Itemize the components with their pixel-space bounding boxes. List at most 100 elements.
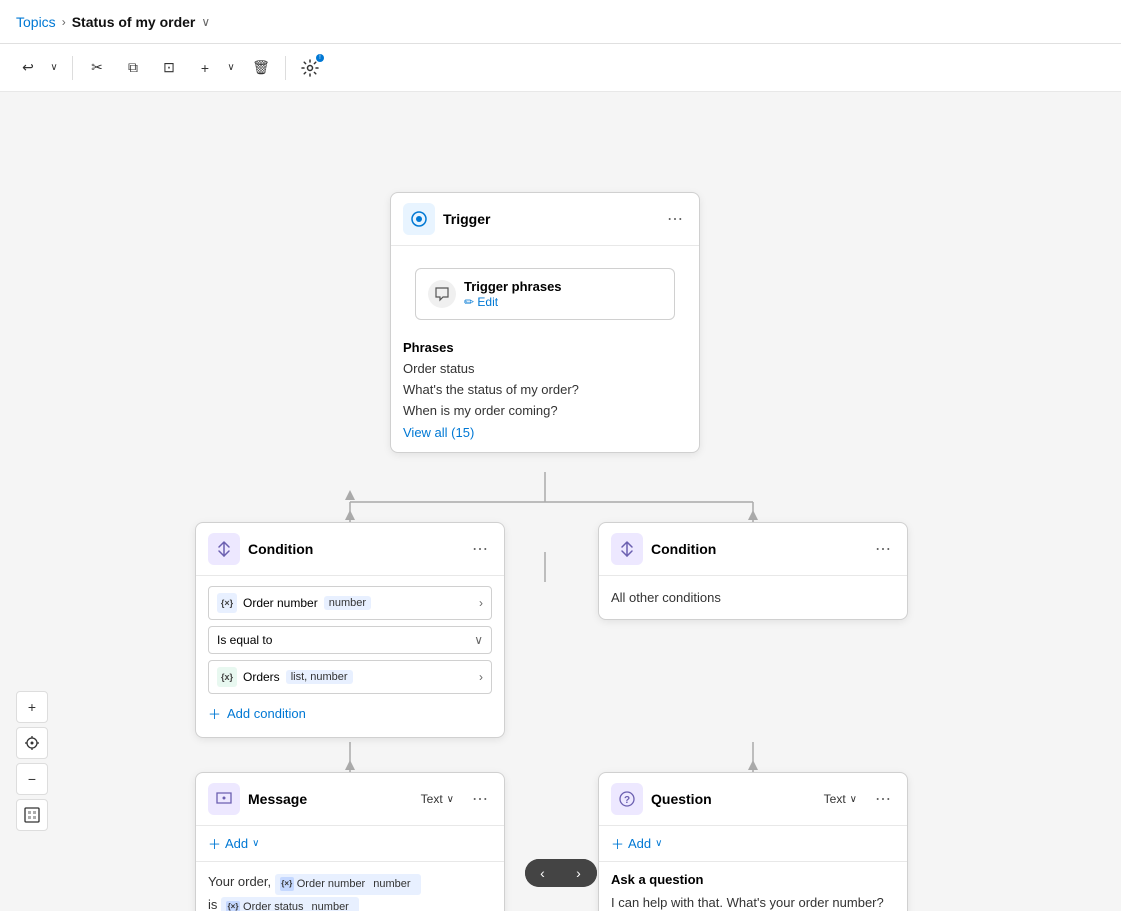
var2-inline-name: Order status	[243, 899, 304, 911]
message-type-badge[interactable]: Text ∨	[421, 792, 454, 806]
question-actions: ＋ Add ∨	[599, 826, 907, 862]
settings-badge: !	[316, 54, 324, 62]
add-group: + ∨	[189, 52, 241, 84]
breadcrumb: Topics › Status of my order ∨	[16, 14, 210, 30]
condition-svg-icon	[215, 540, 233, 558]
question-node-header: ? Question Text ∨ ⋯	[599, 773, 907, 826]
trigger-icon	[403, 203, 435, 235]
cut-button[interactable]: ✂	[81, 52, 113, 84]
header: Topics › Status of my order ∨	[0, 0, 1121, 44]
phrases-label: Phrases	[403, 340, 687, 355]
var2-small-icon: {×}	[226, 901, 240, 911]
condition-right-svg-icon	[618, 540, 636, 558]
message-add-chevron-icon: ∨	[252, 838, 259, 849]
condition-right-title: Condition	[651, 541, 863, 557]
condition-left-menu-button[interactable]: ⋯	[468, 537, 492, 561]
var1-type: number	[324, 596, 371, 610]
add-dropdown-button[interactable]: ∨	[221, 52, 241, 84]
condition-right-header: Condition ⋯	[599, 523, 907, 576]
question-title: Question	[651, 791, 816, 807]
delete-button[interactable]: 🗑	[245, 52, 277, 84]
nav-arrows: ‹ ›	[525, 859, 597, 887]
var1-inline-type: number	[368, 875, 415, 895]
zoom-out-button[interactable]: −	[16, 763, 48, 795]
canvas: Trigger ⋯ Trigger phrases ✏ Edit	[0, 92, 1121, 911]
trigger-phrases-edit-link[interactable]: ✏ Edit	[464, 295, 498, 309]
undo-group: ↩ ∨	[12, 52, 64, 84]
trigger-phrases-title: Trigger phrases	[464, 279, 562, 294]
toolbar-divider-2	[285, 56, 286, 80]
condition-operator-row[interactable]: Is equal to ∨	[208, 626, 492, 654]
question-type-chevron-icon: ∨	[850, 794, 857, 805]
ask-question-label: Ask a question	[611, 872, 895, 887]
question-node: ? Question Text ∨ ⋯ ＋ Add ∨ Ask a questi…	[598, 772, 908, 911]
condition-right-body: All other conditions	[599, 576, 907, 619]
breadcrumb-separator: ›	[62, 15, 66, 29]
phrase-2: What's the status of my order?	[403, 380, 687, 401]
trigger-menu-button[interactable]: ⋯	[663, 207, 687, 231]
message-node: Message Text ∨ ⋯ ＋ Add ∨ Your order, {×}…	[195, 772, 505, 911]
question-type-badge[interactable]: Text ∨	[824, 792, 857, 806]
message-title: Message	[248, 791, 413, 807]
breadcrumb-chevron-icon[interactable]: ∨	[201, 15, 210, 29]
question-plus-icon: ＋	[611, 834, 624, 853]
message-body: Your order, {×} Order number number is {…	[196, 862, 504, 911]
undo-button[interactable]: ↩	[12, 52, 44, 84]
message-var2: {×} Order status number	[221, 897, 359, 911]
message-menu-button[interactable]: ⋯	[468, 787, 492, 811]
var1-chevron-icon: ›	[479, 596, 483, 610]
add-condition-button[interactable]: ＋ Add condition	[208, 700, 306, 727]
condition-right-menu-button[interactable]: ⋯	[871, 537, 895, 561]
question-svg-icon: ?	[618, 790, 636, 808]
paste-button[interactable]: ⊡	[153, 52, 185, 84]
view-all-link[interactable]: View all (15)	[403, 425, 474, 440]
trigger-body: Phrases Order status What's the status o…	[391, 332, 699, 452]
condition-var1-row[interactable]: {×} Order number number ›	[208, 586, 492, 620]
operator-label: Is equal to	[217, 633, 272, 647]
var2-chevron-icon: ›	[479, 670, 483, 684]
map-button[interactable]	[16, 799, 48, 831]
nav-next-button[interactable]: ›	[561, 859, 597, 887]
map-icon	[24, 807, 40, 823]
question-add-button[interactable]: ＋ Add ∨	[611, 834, 662, 853]
question-add-chevron-icon: ∨	[655, 838, 662, 849]
message-add-button[interactable]: ＋ Add ∨	[208, 834, 259, 853]
condition-left-title: Condition	[248, 541, 460, 557]
var1-small-icon: {×}	[280, 877, 294, 891]
message-actions: ＋ Add ∨	[196, 826, 504, 862]
trigger-title: Trigger	[443, 211, 655, 227]
zoom-in-button[interactable]: +	[16, 691, 48, 723]
undo-dropdown-button[interactable]: ∨	[44, 52, 64, 84]
locate-button[interactable]	[16, 727, 48, 759]
condition-left-icon	[208, 533, 240, 565]
breadcrumb-current: Status of my order	[72, 14, 196, 30]
message-type-chevron-icon: ∨	[447, 794, 454, 805]
trigger-phrases-card[interactable]: Trigger phrases ✏ Edit	[415, 268, 675, 320]
locate-icon	[24, 735, 40, 751]
settings-button[interactable]: !	[294, 52, 326, 84]
condition-right-icon	[611, 533, 643, 565]
var2-inline-type: number	[307, 898, 354, 911]
message-node-header: Message Text ∨ ⋯	[196, 773, 504, 826]
question-body: Ask a question I can help with that. Wha…	[599, 862, 907, 911]
question-text: I can help with that. What's your order …	[611, 893, 895, 911]
var2-name: Orders	[243, 670, 280, 684]
chat-icon	[434, 286, 450, 302]
condition-var2-row[interactable]: {x} Orders list, number ›	[208, 660, 492, 694]
plus-icon: ＋	[208, 704, 221, 723]
question-menu-button[interactable]: ⋯	[871, 787, 895, 811]
nav-prev-button[interactable]: ‹	[525, 859, 561, 887]
trigger-node: Trigger ⋯ Trigger phrases ✏ Edit	[390, 192, 700, 453]
add-button[interactable]: +	[189, 52, 221, 84]
trigger-svg-icon	[410, 210, 428, 228]
message-middle: is	[208, 897, 217, 911]
trigger-phrases-card-icon	[428, 280, 456, 308]
toolbar: ↩ ∨ ✂ ⧉ ⊡ + ∨ 🗑 !	[0, 44, 1121, 92]
copy-button[interactable]: ⧉	[117, 52, 149, 84]
toolbar-divider-1	[72, 56, 73, 80]
var2-icon: {x}	[217, 667, 237, 687]
breadcrumb-topics[interactable]: Topics	[16, 14, 56, 30]
operator-chevron-icon: ∨	[474, 633, 483, 647]
var1-name: Order number	[243, 596, 318, 610]
var1-icon: {×}	[217, 593, 237, 613]
